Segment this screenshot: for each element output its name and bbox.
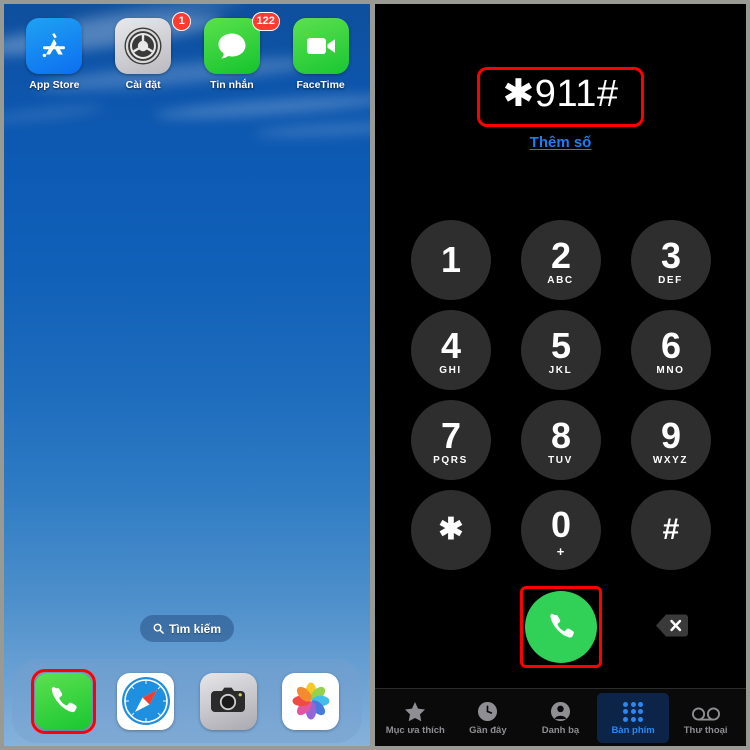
dialpad: 1 2 ABC 3 DEF 4 GHI 5 JKL 6 MNO 7 PQRS 8… [410, 220, 711, 570]
dialpad-key-5[interactable]: 5 JKL [520, 310, 601, 390]
key-letters: WXYZ [652, 455, 689, 466]
dock-item-phone[interactable] [30, 668, 96, 734]
app-label: App Store [29, 79, 80, 91]
key-digit: 2 [550, 235, 571, 276]
number-display-area: ✱911# Thêm số [375, 67, 746, 151]
dialpad-key-7[interactable]: 7 PQRS [410, 400, 491, 480]
keypad-dots-icon [623, 700, 644, 722]
key-letters: GHI [439, 365, 462, 376]
search-icon [153, 623, 164, 634]
dialpad-key-9[interactable]: 9 WXYZ [630, 400, 711, 480]
tab-bar: Mục ưa thích Gần đây Danh bạ Bàn phím Th… [375, 688, 746, 746]
badge-count: 122 [251, 12, 280, 31]
tab-label: Thư thoại [683, 724, 728, 736]
key-letters: PQRS [433, 455, 468, 466]
key-digit: # [662, 513, 680, 546]
dialer-action-row [375, 584, 746, 670]
camera-icon [211, 687, 246, 712]
search-pill[interactable]: Tìm kiếm [139, 615, 235, 642]
cloud-wisp [4, 102, 105, 126]
dock-item-camera[interactable] [199, 672, 257, 730]
app-icon-settings[interactable]: 1 Cài đặt [103, 12, 192, 91]
tab-contacts[interactable]: Danh bạ [524, 693, 597, 743]
key-digit: 8 [550, 415, 571, 456]
key-letters: DEF [658, 275, 683, 286]
tab-label: Mục ưa thích [385, 724, 445, 736]
key-digit: 0 [550, 503, 571, 545]
key-letters: TUV [548, 455, 573, 466]
highlight-box-call [519, 586, 602, 668]
key-digit: 9 [660, 415, 681, 456]
app-store-icon [26, 18, 83, 74]
settings-gear-icon [115, 18, 172, 74]
key-digit: 7 [440, 415, 461, 456]
app-label: Tin nhắn [210, 79, 254, 91]
backspace-delete-icon [656, 614, 688, 636]
messages-icon [203, 18, 260, 74]
search-label: Tìm kiếm [168, 621, 222, 636]
call-button-wrapper[interactable] [519, 586, 602, 668]
key-letters: JKL [548, 365, 573, 376]
app-label: Cài đặt [125, 79, 161, 91]
dialpad-key-6[interactable]: 6 MNO [630, 310, 711, 390]
dialpad-key-star[interactable]: ✱ [410, 490, 491, 570]
key-digit: 5 [550, 325, 571, 366]
dock-item-photos[interactable] [282, 672, 340, 730]
dialpad-key-1[interactable]: 1 [410, 220, 491, 300]
tab-voicemail[interactable]: Thư thoại [669, 693, 742, 743]
tab-label: Bàn phím [611, 724, 655, 736]
photos-icon [292, 682, 330, 720]
facetime-icon [292, 18, 349, 74]
key-digit: 4 [440, 325, 461, 366]
app-label: FaceTime [296, 79, 345, 91]
iphone-home-screen: App Store 1 Cài đặt 122 Tin nhắn FaceTim… [0, 0, 375, 750]
safari-icon [121, 677, 170, 725]
tab-favorites[interactable]: Mục ưa thích [379, 693, 452, 743]
badge-count: 1 [172, 12, 192, 31]
app-icon-app-store[interactable]: App Store [14, 18, 94, 91]
star-icon [404, 700, 426, 722]
app-icon-messages[interactable]: 122 Tin nhắn [192, 12, 280, 91]
add-number-link[interactable]: Thêm số [530, 134, 592, 151]
key-digit: 1 [440, 239, 461, 280]
phone-icon [51, 686, 77, 713]
phone-dialer-screen: ✱911# Thêm số 1 2 ABC 3 DEF 4 GHI 5 JKL [375, 0, 750, 750]
cloud-wisp [153, 91, 370, 123]
tab-label: Danh bạ [541, 724, 580, 736]
key-digit: 6 [660, 325, 681, 366]
voicemail-icon [691, 700, 720, 722]
dialed-number-box[interactable]: ✱911# [477, 67, 644, 127]
dialpad-key-3[interactable]: 3 DEF [630, 220, 711, 300]
key-letters: MNO [656, 365, 685, 376]
screenshot-stage: App Store 1 Cài đặt 122 Tin nhắn FaceTim… [0, 0, 750, 750]
cloud-wisp [253, 119, 370, 140]
key-letters: ABC [547, 275, 574, 286]
app-icon-facetime[interactable]: FaceTime [281, 18, 361, 91]
dock [12, 659, 362, 743]
key-digit: ✱ [438, 513, 463, 546]
key-letters: + [556, 543, 565, 559]
clock-icon [477, 700, 498, 722]
dialpad-key-2[interactable]: 2 ABC [520, 220, 601, 300]
dialpad-key-0[interactable]: 0 + [520, 490, 601, 570]
tab-recents[interactable]: Gần đây [452, 693, 525, 743]
key-digit: 3 [660, 235, 681, 276]
tab-label: Gần đây [469, 724, 507, 736]
dialpad-key-8[interactable]: 8 TUV [520, 400, 601, 480]
delete-button[interactable] [654, 612, 690, 638]
app-grid: App Store 1 Cài đặt 122 Tin nhắn FaceTim… [10, 12, 365, 91]
dialpad-key-4[interactable]: 4 GHI [410, 310, 491, 390]
dialed-number: ✱911# [502, 73, 619, 115]
tab-keypad[interactable]: Bàn phím [596, 692, 670, 743]
contacts-icon [550, 700, 571, 722]
dialpad-key-hash[interactable]: # [630, 490, 711, 570]
dock-item-safari[interactable] [117, 672, 175, 730]
